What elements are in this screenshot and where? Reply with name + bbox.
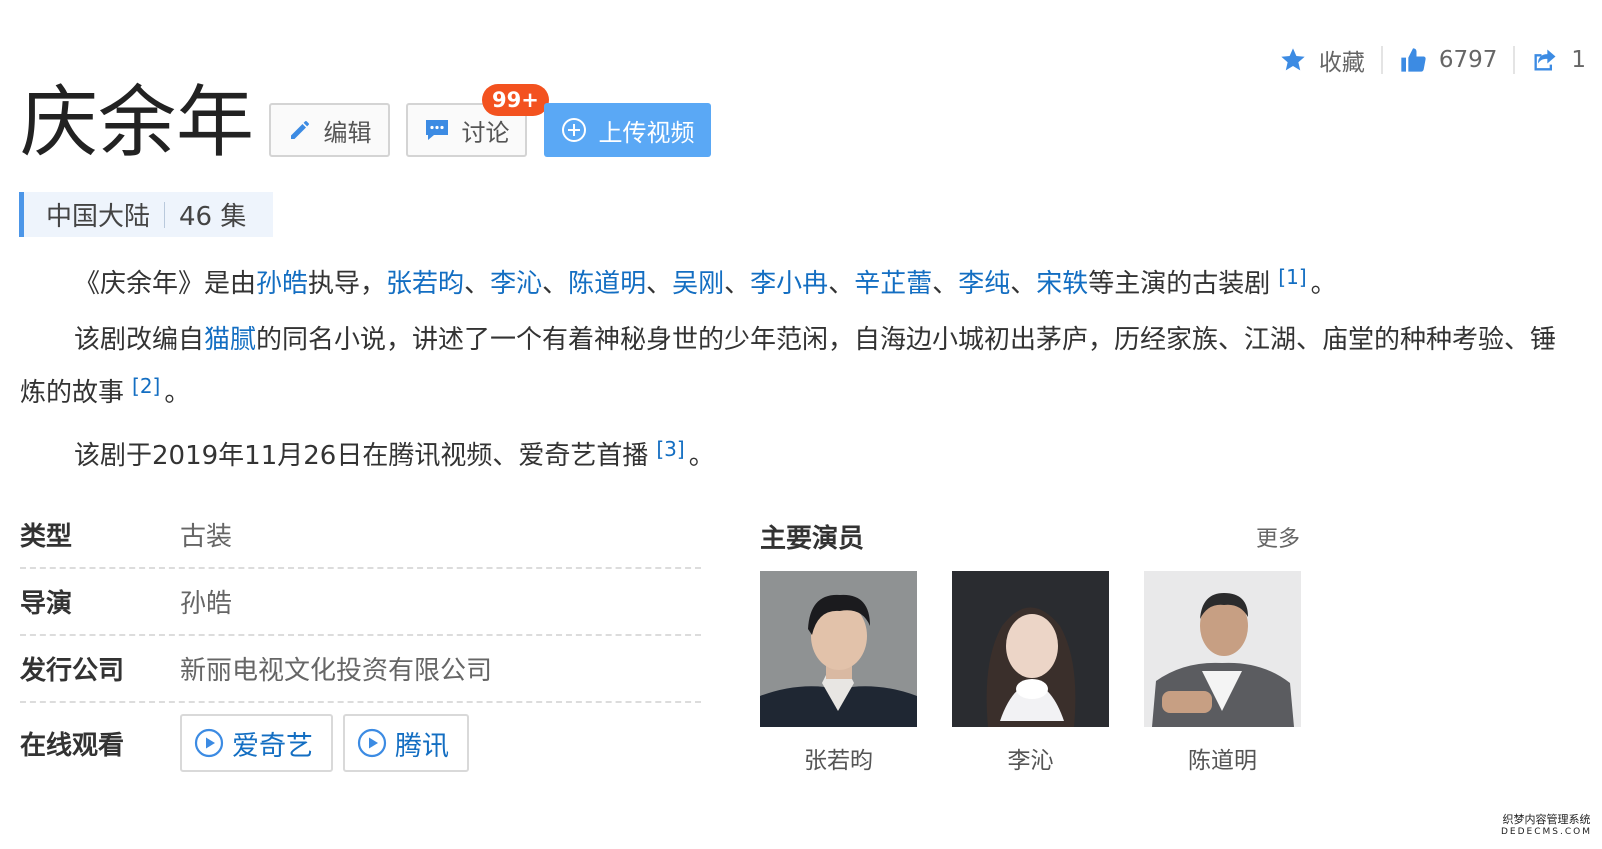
info-label: 发行公司 bbox=[20, 656, 125, 686]
thumbs-up-icon bbox=[1401, 48, 1426, 72]
watch-tencent-button[interactable]: 腾讯 bbox=[343, 714, 469, 772]
actor-photo bbox=[1144, 571, 1301, 727]
region-tag: 中国大陆 bbox=[46, 202, 151, 232]
info-label: 导演 bbox=[20, 589, 73, 619]
like-count: 6797 bbox=[1438, 47, 1498, 73]
separator: 、 bbox=[828, 269, 855, 299]
tag-divider bbox=[164, 201, 166, 228]
info-label: 在线观看 bbox=[20, 730, 125, 761]
actor-name: 张若昀 bbox=[804, 748, 873, 774]
info-row-genre: 类型 古装 bbox=[20, 502, 701, 569]
summary-period: 。 bbox=[688, 441, 715, 471]
tag-strip: 中国大陆 46 集 bbox=[19, 192, 273, 237]
upload-video-button[interactable]: 上传视频 bbox=[544, 103, 711, 157]
summary: 《庆余年》是由孙皓执导，张若昀、李沁、陈道明、吴刚、李小冉、辛芷蕾、李纯、宋轶等… bbox=[20, 254, 1580, 489]
basic-info-table: 类型 古装 导演 孙皓 发行公司 新丽电视文化投资有限公司 在线观看 爱奇艺 腾… bbox=[20, 502, 701, 783]
summary-text: 该剧改编自 bbox=[74, 325, 205, 355]
watermark: 织梦内容管理系统 DEDECMS.COM bbox=[1501, 813, 1592, 839]
play-circle-icon bbox=[357, 728, 387, 758]
platform-label: 腾讯 bbox=[395, 730, 449, 762]
like-button[interactable]: 6797 bbox=[1380, 46, 1514, 74]
summary-period: 。 bbox=[1310, 269, 1337, 299]
separator: 、 bbox=[932, 269, 959, 299]
edit-label: 编辑 bbox=[323, 118, 372, 147]
cast-link[interactable]: 宋轶 bbox=[1036, 269, 1088, 299]
summary-text: 等主演的古装剧 bbox=[1088, 269, 1271, 299]
info-row-watch-online: 在线观看 爱奇艺 腾讯 bbox=[20, 703, 701, 783]
upload-label: 上传视频 bbox=[598, 118, 695, 147]
separator: 、 bbox=[464, 269, 491, 299]
summary-text: 《庆余年》是由 bbox=[74, 269, 257, 299]
discuss-count-badge: 99+ bbox=[482, 84, 549, 116]
watermark-line-2: DEDECMS.COM bbox=[1501, 827, 1592, 837]
cast-title: 主要演员 bbox=[760, 524, 865, 554]
pencil-icon bbox=[290, 121, 309, 139]
episodes-tag: 46 集 bbox=[179, 202, 247, 232]
director-link[interactable]: 孙皓 bbox=[256, 269, 308, 299]
discuss-label: 讨论 bbox=[461, 118, 510, 147]
reference-link[interactable]: [1] bbox=[1278, 265, 1306, 289]
cast-link[interactable]: 辛芷蕾 bbox=[854, 269, 932, 299]
reference-link[interactable]: [3] bbox=[656, 437, 684, 461]
cast-link[interactable]: 陈道明 bbox=[568, 269, 646, 299]
actor-card[interactable]: 李沁 bbox=[952, 571, 1109, 775]
info-value: 新丽电视文化投资有限公司 bbox=[180, 656, 493, 686]
cast-link[interactable]: 张若昀 bbox=[386, 269, 464, 299]
share-count: 1 bbox=[1571, 47, 1586, 73]
actor-name: 陈道明 bbox=[1188, 748, 1257, 774]
watermark-line-1: 织梦内容管理系统 bbox=[1502, 813, 1591, 826]
favorite-label: 收藏 bbox=[1318, 50, 1365, 76]
separator: 、 bbox=[1010, 269, 1037, 299]
actor-card[interactable]: 陈道明 bbox=[1144, 571, 1301, 775]
info-row-director: 导演 孙皓 bbox=[20, 569, 701, 636]
favorite-button[interactable]: 收藏 bbox=[1263, 43, 1381, 77]
share-button[interactable]: 1 bbox=[1513, 46, 1602, 74]
cast-more-link[interactable]: 更多 bbox=[1256, 521, 1300, 553]
plus-circle-icon bbox=[561, 118, 586, 142]
info-value: 孙皓 bbox=[180, 589, 233, 619]
summary-paragraph-3: 该剧于2019年11月26日在腾讯视频、爱奇艺首播 [3]。 bbox=[20, 426, 1580, 479]
share-icon bbox=[1534, 49, 1556, 71]
page-title: 庆余年 bbox=[20, 78, 255, 168]
actor-card[interactable]: 张若昀 bbox=[760, 571, 917, 775]
separator: 、 bbox=[542, 269, 569, 299]
summary-period: 。 bbox=[164, 378, 191, 408]
cast-link[interactable]: 吴刚 bbox=[672, 269, 724, 299]
star-icon bbox=[1281, 48, 1305, 71]
actor-name: 李沁 bbox=[1007, 748, 1054, 774]
summary-paragraph-1: 《庆余年》是由孙皓执导，张若昀、李沁、陈道明、吴刚、李小冉、辛芷蕾、李纯、宋轶等… bbox=[20, 254, 1580, 307]
info-row-company: 发行公司 新丽电视文化投资有限公司 bbox=[20, 636, 701, 703]
separator: 、 bbox=[646, 269, 673, 299]
info-value: 古装 bbox=[180, 522, 233, 552]
cast-header: 主要演员 更多 bbox=[760, 518, 1300, 555]
summary-paragraph-2: 该剧改编自猫腻的同名小说，讲述了一个有着神秘身世的少年范闲，自海边小城初出茅庐，… bbox=[20, 317, 1580, 416]
watch-iqiyi-button[interactable]: 爱奇艺 bbox=[180, 714, 333, 772]
edit-button[interactable]: 编辑 bbox=[269, 103, 390, 157]
platform-label: 爱奇艺 bbox=[232, 730, 313, 762]
author-link[interactable]: 猫腻 bbox=[204, 325, 256, 355]
actor-photo bbox=[952, 571, 1109, 727]
summary-text: 执导， bbox=[308, 269, 387, 299]
cast-link[interactable]: 李沁 bbox=[490, 269, 542, 299]
top-actions: 收藏 6797 1 bbox=[1263, 40, 1602, 80]
chat-bubble-icon bbox=[425, 120, 448, 140]
separator: 、 bbox=[724, 269, 751, 299]
reference-link[interactable]: [2] bbox=[132, 374, 160, 398]
info-label: 类型 bbox=[20, 522, 73, 552]
cast-link[interactable]: 李小冉 bbox=[750, 269, 828, 299]
cast-list: 张若昀 李沁 陈道明 bbox=[760, 571, 1301, 775]
cast-link[interactable]: 李纯 bbox=[958, 269, 1010, 299]
actor-photo bbox=[760, 571, 917, 727]
play-circle-icon bbox=[194, 728, 224, 758]
summary-text: 该剧于2019年11月26日在腾讯视频、爱奇艺首播 bbox=[74, 441, 649, 471]
